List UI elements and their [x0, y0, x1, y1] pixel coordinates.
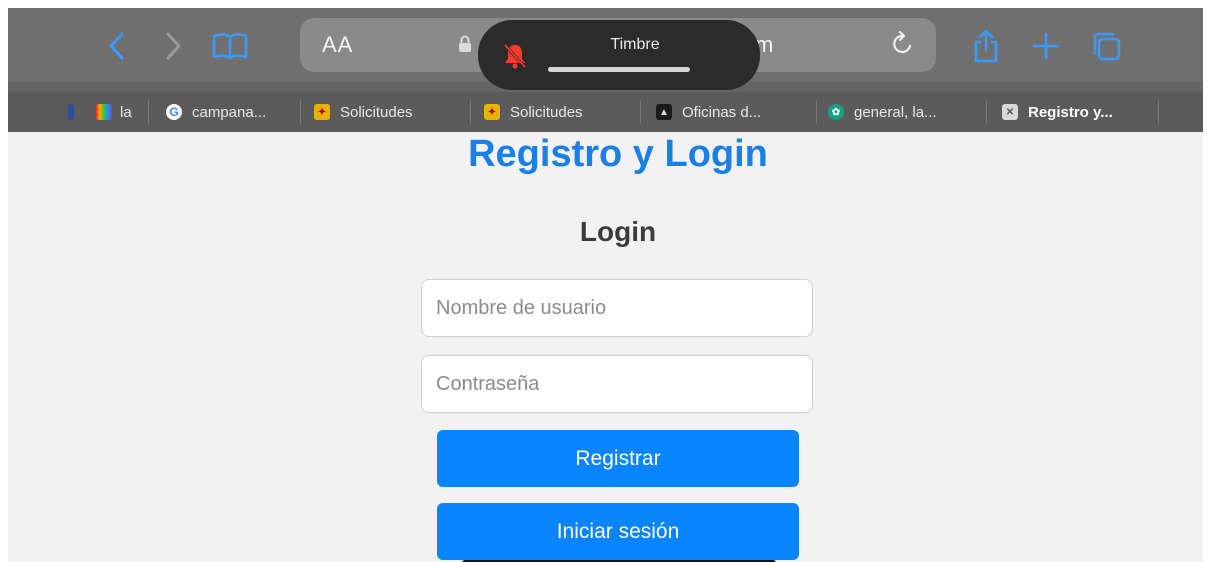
tab-3[interactable]: ✦ Solicitudes [314, 92, 413, 132]
rainbow-icon [96, 104, 112, 120]
login-button[interactable]: Iniciar sesión [437, 503, 799, 560]
spain-seal-icon: ✦ [484, 104, 500, 120]
volume-bar [548, 67, 690, 72]
spain-seal-icon: ✦ [314, 104, 330, 120]
tab-6[interactable]: ✿ general, la... [828, 92, 937, 132]
register-button[interactable]: Registrar [437, 430, 799, 487]
favicon-icon [68, 104, 74, 120]
bookmarks-button[interactable] [208, 26, 252, 66]
browser-window: AA m Timbre la G campana... ✦ Solicitude… [8, 8, 1203, 562]
back-button[interactable] [98, 26, 134, 66]
tab-label: Registro y... [1028, 103, 1113, 121]
notification-title: Timbre [610, 36, 660, 53]
tab-bar: la G campana... ✦ Solicitudes ✦ Solicitu… [8, 92, 1203, 132]
lock-icon [459, 35, 471, 52]
login-heading: Login [579, 216, 657, 247]
chat-icon: ✿ [828, 104, 844, 120]
tab-1[interactable]: la [96, 92, 132, 132]
username-input[interactable] [421, 279, 813, 337]
aa-label: AA [322, 32, 354, 57]
tabs-icon [1093, 32, 1121, 61]
tab-5[interactable]: ▲ Oficinas d... [656, 92, 761, 132]
tab-separator [470, 100, 471, 124]
share-icon [974, 29, 998, 63]
tab-label: general, la... [854, 103, 937, 121]
chevron-left-icon [109, 32, 124, 60]
book-icon [212, 33, 248, 60]
reload-icon[interactable] [890, 30, 916, 58]
tab-label: la [120, 103, 132, 121]
tab-partial-edge[interactable] [68, 92, 88, 132]
tab-separator [300, 100, 301, 124]
plus-icon [1032, 32, 1060, 60]
page-title: Registro y Login [468, 133, 768, 175]
reader-settings-button[interactable]: AA [322, 32, 353, 58]
google-icon: G [166, 104, 182, 120]
tab-4[interactable]: ✦ Solicitudes [484, 92, 583, 132]
tab-separator [1158, 100, 1159, 124]
tab-separator [986, 100, 987, 124]
tab-label: Oficinas d... [682, 103, 762, 121]
tab-label: Solicitudes [340, 103, 413, 121]
bell-muted-icon [503, 43, 527, 69]
tab-overview-button[interactable] [1088, 26, 1124, 66]
tab-label: Solicitudes [510, 103, 583, 121]
tab-2[interactable]: G campana... [166, 92, 266, 132]
tab-label: campana... [192, 103, 267, 121]
tab-active[interactable]: ✕ Registro y... [1002, 92, 1113, 132]
close-box-icon: ✕ [1002, 104, 1018, 120]
password-input[interactable] [421, 355, 813, 413]
web-page: Registro y Login Login Registrar Iniciar… [8, 132, 1203, 562]
tab-separator [148, 100, 149, 124]
share-button[interactable] [968, 26, 1004, 66]
forward-button[interactable] [156, 26, 192, 66]
building-icon: ▲ [656, 104, 672, 120]
tab-separator [640, 100, 641, 124]
new-tab-button[interactable] [1028, 26, 1064, 66]
ringer-notification: Timbre [478, 20, 760, 90]
tab-separator [816, 100, 817, 124]
chevron-right-icon [166, 32, 181, 60]
